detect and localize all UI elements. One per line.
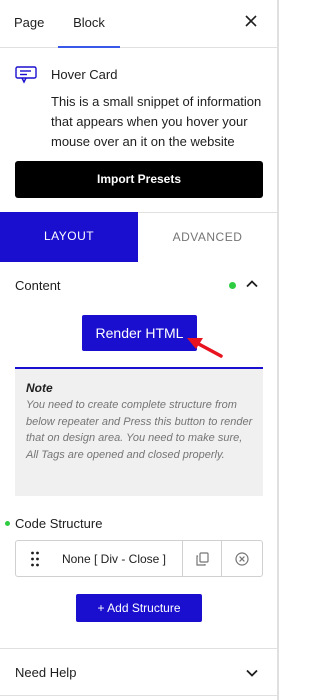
chevron-down-icon[interactable] [245,666,259,680]
tab-block[interactable]: Block [58,0,120,48]
chevron-up-icon[interactable] [245,277,259,291]
render-html-button[interactable]: Render HTML [82,315,197,351]
drag-handle-icon[interactable] [30,550,40,568]
need-help-panel[interactable]: Need Help [0,648,277,696]
need-help-title: Need Help [15,665,77,680]
repeater-item[interactable]: None [ Div - Close ] [15,540,263,577]
note-text: You need to create complete structure fr… [26,399,253,461]
tab-page[interactable]: Page [14,0,44,48]
tab-advanced[interactable]: ADVANCED [138,213,277,262]
copy-icon[interactable] [196,552,209,566]
code-structure-dot [5,521,10,526]
add-structure-button[interactable]: + Add Structure [76,594,202,622]
tab-layout[interactable]: LAYOUT [0,212,138,262]
mode-tabs: LAYOUT ADVANCED [0,212,277,262]
note-title: Note [26,381,53,395]
block-title: Hover Card [51,67,118,82]
red-arrow-icon [187,338,223,358]
panel-scrollbar[interactable] [277,0,279,700]
block-description: This is a small snippet of information t… [51,94,262,149]
content-panel-title: Content [15,278,61,293]
hover-card-icon [15,66,37,84]
content-status-dot [229,282,236,289]
repeater-separator [182,541,183,577]
code-structure-label: Code Structure [15,516,103,531]
remove-icon[interactable] [235,552,249,566]
close-icon[interactable] [243,13,259,29]
import-presets-button[interactable]: Import Presets [15,161,263,198]
sidebar-tabs: Page Block [0,0,277,48]
repeater-item-label[interactable]: None [ Div - Close ] [46,541,182,577]
note-box: Note You need to create complete structu… [15,369,263,496]
repeater-separator [221,541,222,577]
